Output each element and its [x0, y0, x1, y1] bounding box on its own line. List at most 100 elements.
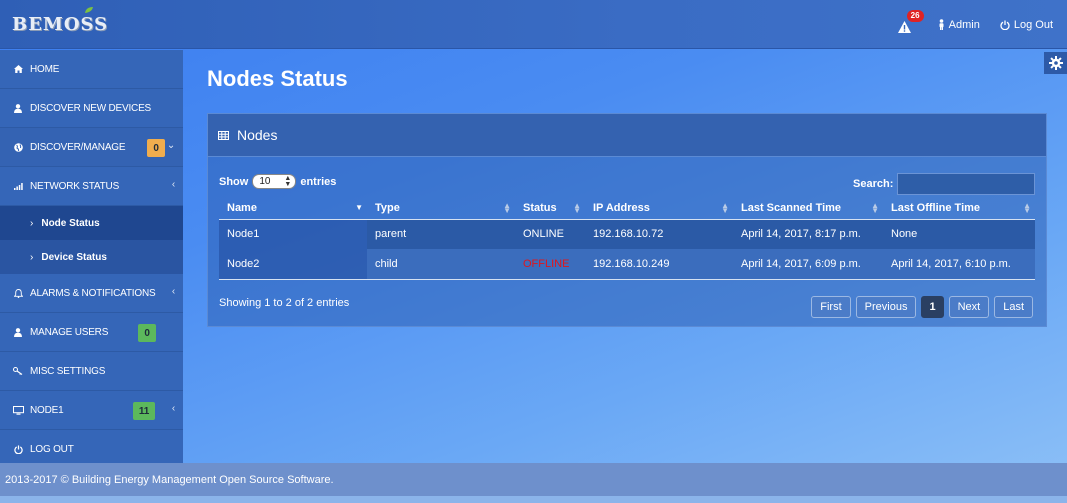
top-navbar: BEMOSS 26 Admin Log Out	[0, 0, 1067, 49]
signal-icon	[12, 182, 24, 190]
column-label: IP Address	[593, 202, 650, 215]
monitor-icon	[12, 405, 24, 415]
column-label: Last Offline Time	[891, 202, 981, 215]
admin-label: Admin	[948, 18, 980, 31]
sidebar-item-manage-users[interactable]: MANAGE USERS 0	[0, 313, 183, 352]
cell-ip-address: 192.168.10.72	[585, 219, 733, 249]
next-page-button[interactable]: Next	[948, 296, 990, 318]
user-icon	[12, 327, 24, 337]
sort-icon: ▲ ▼	[503, 201, 511, 215]
table-row[interactable]: Node2 child OFFLINE 192.168.10.249 April…	[219, 249, 1035, 280]
sidebar-item-label: HOME	[30, 63, 60, 75]
sort-icon: ▲ ▼	[721, 201, 729, 215]
cell-last-scanned: April 14, 2017, 6:09 p.m.	[733, 249, 883, 280]
sidebar: HOME DISCOVER NEW DEVICES DISCOVER/MANAG…	[0, 50, 183, 463]
chevron-left-icon[interactable]: ‹	[172, 179, 175, 190]
settings-gear-button[interactable]	[1044, 52, 1067, 74]
cell-last-offline: April 14, 2017, 6:10 p.m.	[883, 249, 1035, 280]
cell-type: parent	[367, 219, 515, 249]
column-header-type[interactable]: Type ▲ ▼	[367, 198, 515, 220]
footer-text: 2013-2017 © Building Energy Management O…	[5, 473, 334, 486]
cell-last-scanned: April 14, 2017, 8:17 p.m.	[733, 219, 883, 249]
column-header-status[interactable]: Status ▲ ▼	[515, 198, 585, 220]
power-icon	[1000, 20, 1010, 30]
pagination: First Previous 1 Next Last	[811, 296, 1033, 318]
sidebar-item-label: ALARMS & NOTIFICATIONS	[30, 287, 156, 299]
search-input[interactable]	[897, 173, 1035, 195]
home-icon	[12, 65, 24, 73]
nodes-panel: Nodes Show 10 ▲ ▼ entries Search: Name ▼ T…	[207, 113, 1047, 327]
leaf-icon	[85, 7, 93, 13]
key-icon	[12, 367, 24, 375]
sidebar-item-discover-new-devices[interactable]: DISCOVER NEW DEVICES	[0, 89, 183, 128]
discover-count-badge: 0	[147, 139, 165, 157]
column-label: Last Scanned Time	[741, 202, 842, 215]
sidebar-item-label: NETWORK STATUS	[30, 180, 120, 192]
cell-name: Node1	[219, 219, 367, 249]
panel-body: Show 10 ▲ ▼ entries Search: Name ▼ Type ▲ ▼ …	[208, 157, 1046, 327]
spinner-arrows-icon: ▲ ▼	[284, 175, 292, 188]
column-label: Status	[523, 202, 557, 215]
globe-icon	[12, 142, 24, 152]
nodes-table: Name ▼ Type ▲ ▼ Status ▲ ▼ IP Address ▲ ▼ Last …	[219, 198, 1035, 280]
column-header-last-scanned-time[interactable]: Last Scanned Time ▲ ▼	[733, 198, 883, 220]
cell-name: Node2	[219, 249, 367, 280]
sidebar-item-label: NODE1	[30, 404, 64, 416]
column-label: Name	[227, 202, 257, 215]
user-icon	[12, 103, 24, 113]
sort-icon: ▲ ▼	[1023, 201, 1031, 215]
footer-strip	[0, 496, 1067, 503]
sidebar-item-discover-manage[interactable]: DISCOVER/MANAGE 0 ⌄	[0, 128, 183, 167]
column-header-ip-address[interactable]: IP Address ▲ ▼	[585, 198, 733, 220]
sidebar-subitem-label: Device Status	[41, 251, 107, 263]
sidebar-subitem-node-status[interactable]: › Node Status	[0, 206, 183, 240]
bemoss-logo[interactable]: BEMOSS	[12, 7, 108, 36]
sidebar-item-misc-settings[interactable]: MISC SETTINGS	[0, 352, 183, 391]
sort-icon: ▲ ▼	[871, 201, 879, 215]
first-page-button[interactable]: First	[811, 296, 851, 318]
column-label: Type	[375, 202, 400, 215]
show-label: Show	[219, 175, 249, 188]
table-info: Showing 1 to 2 of 2 entries	[219, 297, 350, 309]
table-row[interactable]: Node1 parent ONLINE 192.168.10.72 April …	[219, 219, 1035, 249]
sidebar-item-label: MISC SETTINGS	[30, 365, 106, 377]
power-icon	[12, 445, 24, 454]
table-header-row: Name ▼ Type ▲ ▼ Status ▲ ▼ IP Address ▲ ▼ Last …	[219, 198, 1035, 220]
search-label: Search:	[853, 178, 894, 190]
current-page-button[interactable]: 1	[921, 296, 944, 318]
gear-icon	[1048, 56, 1063, 70]
sidebar-item-alarms-notifications[interactable]: ALARMS & NOTIFICATIONS ‹	[0, 274, 183, 313]
sidebar-item-node1[interactable]: NODE1 11 ‹	[0, 391, 183, 430]
last-page-button[interactable]: Last	[994, 296, 1033, 318]
cell-status: OFFLINE	[515, 249, 585, 280]
sidebar-item-label: MANAGE USERS	[30, 326, 109, 338]
entries-label: entries	[300, 175, 337, 188]
node1-count-badge: 11	[133, 402, 155, 420]
alerts-button[interactable]: 26	[897, 9, 924, 35]
alert-count-badge: 26	[906, 9, 924, 22]
chevron-down-icon[interactable]: ⌄	[167, 140, 175, 151]
warning-icon	[897, 20, 911, 33]
cell-ip-address: 192.168.10.249	[585, 249, 733, 280]
sidebar-subitem-label: Node Status	[41, 217, 100, 229]
column-header-name[interactable]: Name ▼	[219, 198, 367, 220]
sidebar-item-label: DISCOVER/MANAGE	[30, 141, 126, 153]
logout-link[interactable]: Log Out	[1000, 19, 1053, 31]
chevron-left-icon[interactable]: ‹	[172, 403, 175, 414]
chevron-left-icon[interactable]: ‹	[172, 286, 175, 297]
chevron-right-icon: ›	[30, 251, 34, 263]
sidebar-item-label: LOG OUT	[30, 444, 74, 455]
previous-page-button[interactable]: Previous	[855, 296, 917, 318]
entries-select[interactable]: 10 ▲ ▼	[252, 174, 297, 189]
column-header-last-offline-time[interactable]: Last Offline Time ▲ ▼	[883, 198, 1035, 220]
person-icon	[939, 19, 944, 30]
cell-status: ONLINE	[515, 219, 585, 249]
sidebar-item-home[interactable]: HOME	[0, 50, 183, 89]
admin-link[interactable]: Admin	[938, 19, 980, 31]
sidebar-item-network-status[interactable]: NETWORK STATUS ‹	[0, 167, 183, 206]
table-icon	[218, 130, 229, 140]
users-count-badge: 0	[138, 324, 156, 342]
sort-desc-icon: ▼	[355, 203, 363, 212]
bell-icon	[12, 288, 24, 298]
sidebar-subitem-device-status[interactable]: › Device Status	[0, 240, 183, 274]
